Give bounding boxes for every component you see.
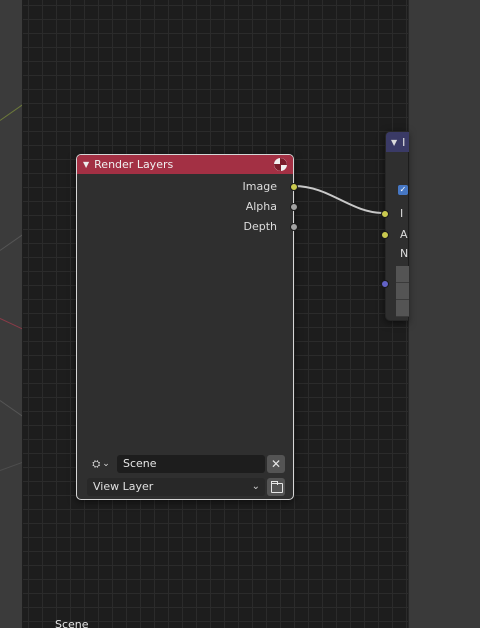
- render-icon: [274, 158, 287, 171]
- input-label: I: [400, 207, 404, 220]
- node-header[interactable]: ▼ Render Layers: [77, 155, 293, 174]
- viewport-grid-line: [0, 400, 22, 419]
- output-label: Alpha: [245, 200, 277, 213]
- socket-dot[interactable]: [290, 223, 298, 231]
- viewport-grid-line: [0, 232, 22, 251]
- 3d-viewport-strip[interactable]: [0, 0, 23, 628]
- close-icon[interactable]: ✕: [267, 455, 285, 473]
- scene-label: Scene: [55, 618, 89, 628]
- input-row-n: N: [386, 246, 409, 262]
- output-socket-image[interactable]: Image: [93, 179, 298, 195]
- view-layer-row: View Layer ⌄: [87, 478, 285, 496]
- view-layer-select[interactable]: View Layer ⌄: [87, 478, 265, 496]
- partial-node-title: I: [402, 135, 406, 149]
- render-layers-node[interactable]: ▼ Render Layers Image Alpha Depth ⛭ ⌄ Sce…: [76, 154, 298, 500]
- right-side-panel[interactable]: [408, 0, 480, 628]
- viewport-grid-line: [0, 318, 22, 330]
- output-label: Image: [242, 180, 277, 193]
- output-socket-depth[interactable]: Depth: [93, 219, 298, 235]
- socket-dot[interactable]: [381, 280, 389, 288]
- socket-dot[interactable]: [290, 203, 298, 211]
- scene-selector-row: ⛭ ⌄ Scene ✕: [87, 455, 285, 473]
- checkbox[interactable]: ✓: [398, 185, 408, 195]
- partial-node[interactable]: ▼ I ✓ I A N: [381, 131, 409, 321]
- scene-icon-dropdown[interactable]: ⛭ ⌄: [87, 455, 115, 473]
- partial-node-header[interactable]: ▼ I: [386, 132, 409, 152]
- chevron-down-icon: ⌄: [102, 459, 110, 469]
- input-socket-alpha[interactable]: A: [381, 227, 409, 243]
- input-socket-image[interactable]: I: [381, 206, 409, 222]
- viewport-grid-line: [0, 102, 22, 121]
- partial-node-button[interactable]: [396, 300, 409, 317]
- collapse-triangle-icon[interactable]: ▼: [83, 160, 89, 169]
- input-label: A: [400, 228, 408, 241]
- output-label: Depth: [243, 220, 277, 233]
- input-label: N: [400, 247, 409, 260]
- socket-dot[interactable]: [381, 210, 389, 218]
- blender-compositor-window: ▼ Render Layers Image Alpha Depth ⛭ ⌄ Sce…: [0, 0, 480, 628]
- socket-dot[interactable]: [381, 231, 389, 239]
- collapse-triangle-icon[interactable]: ▼: [391, 138, 397, 147]
- scene-field[interactable]: Scene: [117, 455, 265, 473]
- view-layer-label: View Layer: [93, 480, 154, 493]
- chevron-down-icon: ⌄: [251, 481, 260, 492]
- node-title: Render Layers: [94, 158, 174, 171]
- scene-icon: ⛭: [92, 458, 101, 470]
- socket-dot[interactable]: [290, 183, 298, 191]
- viewport-grid-line: [0, 459, 22, 471]
- output-socket-alpha[interactable]: Alpha: [93, 199, 298, 215]
- browse-icon[interactable]: [267, 478, 285, 496]
- input-socket-vector[interactable]: [381, 276, 409, 292]
